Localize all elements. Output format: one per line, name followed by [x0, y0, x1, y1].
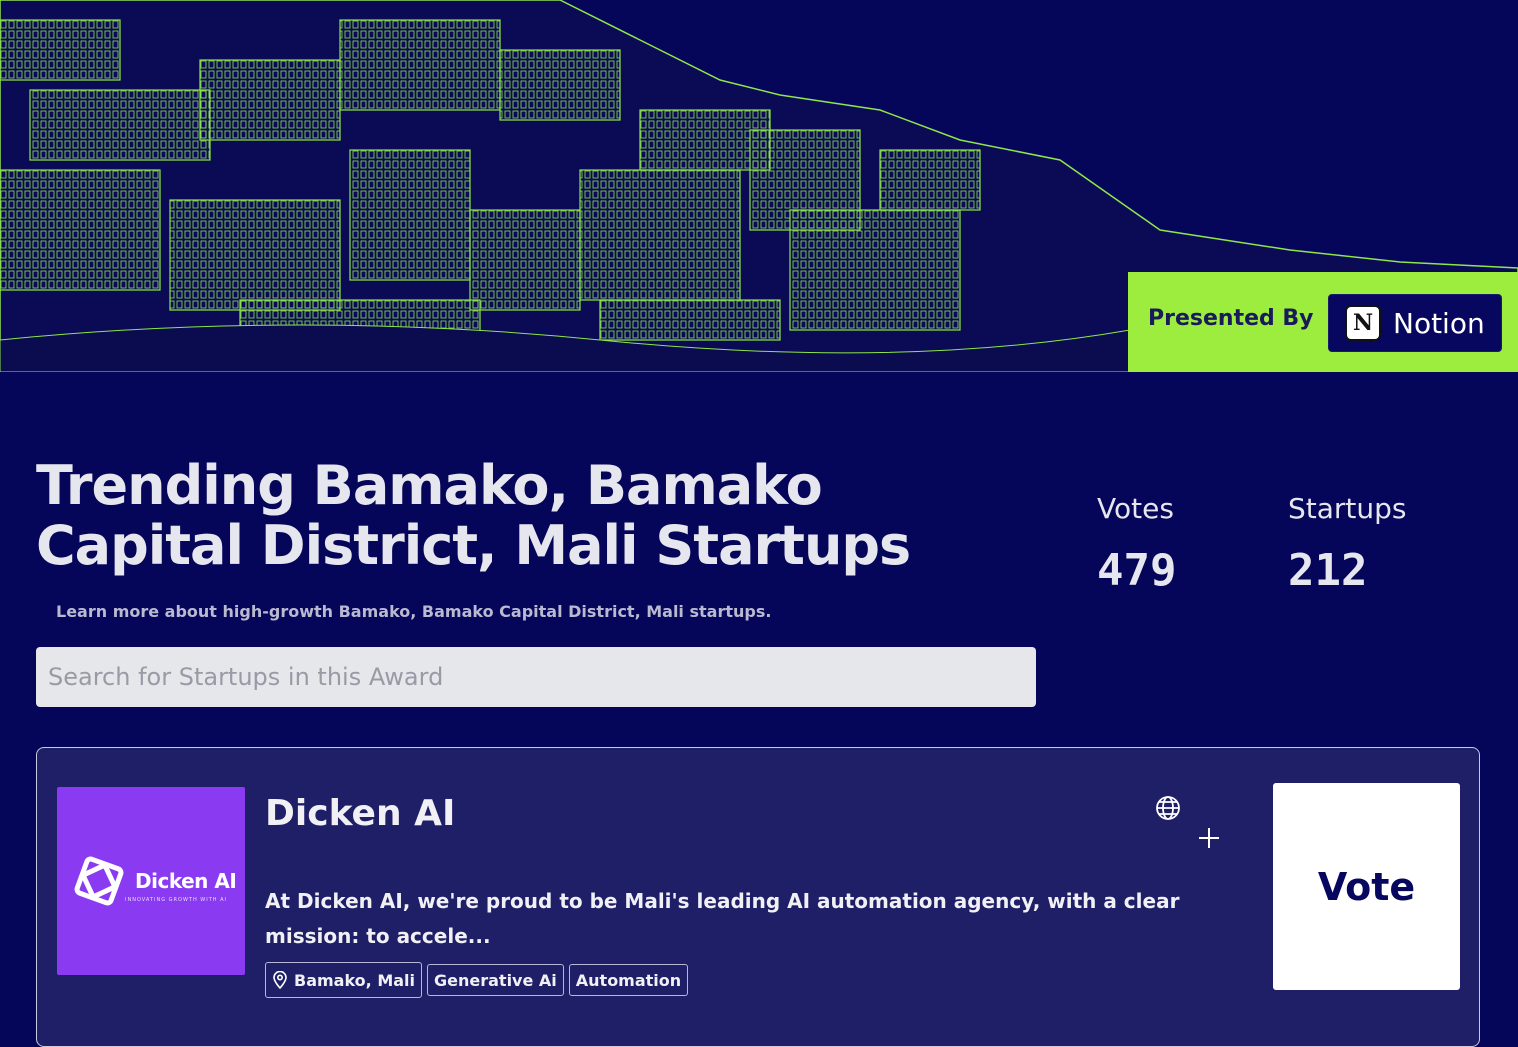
globe-icon[interactable]	[1155, 795, 1181, 821]
notion-sponsor-button[interactable]: N Notion	[1328, 294, 1502, 352]
location-tag[interactable]: Bamako, Mali	[265, 962, 422, 998]
tag-generative-ai[interactable]: Generative Ai	[427, 964, 564, 996]
presented-by-label: Presented By	[1148, 306, 1314, 331]
page-title: Trending Bamako, Bamako Capital District…	[36, 454, 911, 577]
startup-logo[interactable]: Dicken AI INNOVATING GROWTH WITH AI	[57, 787, 245, 975]
startup-card[interactable]: Dicken AI INNOVATING GROWTH WITH AI Dick…	[36, 747, 1480, 1047]
plus-icon[interactable]	[1197, 826, 1221, 850]
startup-tags: Bamako, Mali Generative Ai Automation	[265, 962, 689, 998]
notion-icon: N	[1345, 305, 1381, 341]
logo-wordmark: Dicken AI	[135, 869, 237, 893]
location-label: Bamako, Mali	[294, 970, 415, 990]
startups-count: 212	[1288, 545, 1368, 596]
search-input[interactable]	[36, 647, 1036, 707]
votes-label: Votes	[1097, 492, 1174, 525]
hero-banner: Presented By N Notion	[0, 0, 1518, 372]
votes-stat: Votes 479	[1097, 492, 1176, 596]
startup-name[interactable]: Dicken AI	[265, 792, 465, 836]
presented-by-panel: Presented By N Notion	[1128, 272, 1518, 372]
logo-tagline: INNOVATING GROWTH WITH AI	[125, 897, 228, 903]
dicken-logo-icon	[74, 856, 124, 906]
startup-description: At Dicken AI, we're proud to be Mali's l…	[265, 889, 1180, 948]
location-pin-icon	[272, 971, 288, 989]
startups-label: Startups	[1288, 492, 1407, 525]
votes-count: 479	[1097, 545, 1177, 596]
tag-automation[interactable]: Automation	[568, 964, 689, 996]
sponsor-name: Notion	[1393, 306, 1485, 340]
page-subtitle: Learn more about high-growth Bamako, Bam…	[56, 602, 772, 621]
startups-stat: Startups 212	[1288, 492, 1407, 596]
vote-button[interactable]: Vote	[1273, 783, 1460, 990]
